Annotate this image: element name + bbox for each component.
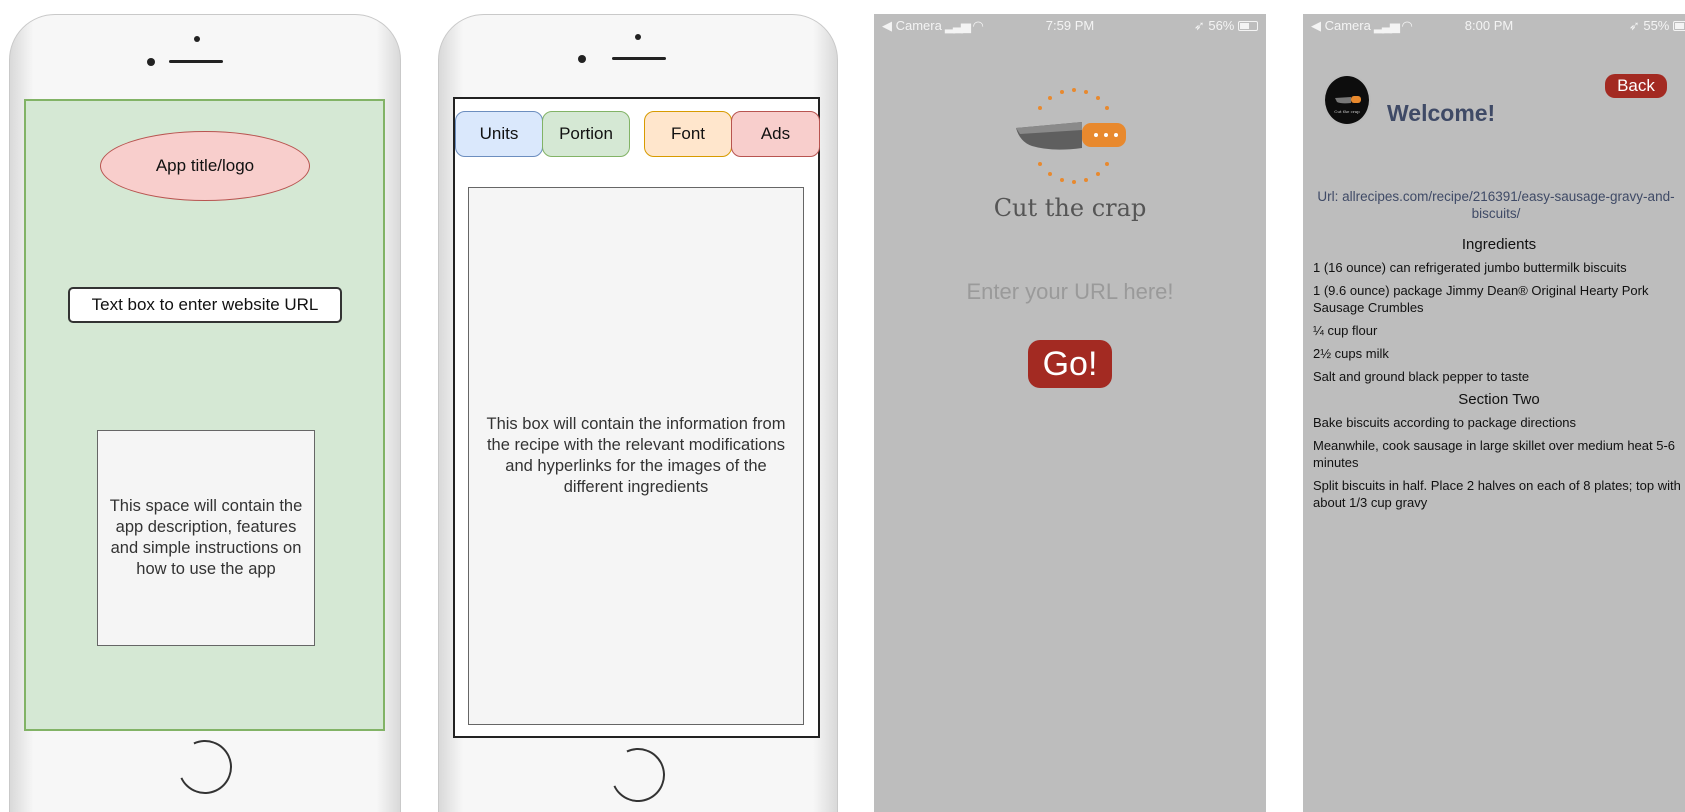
font-tab[interactable]: Font <box>644 111 732 157</box>
wifi-icon: ◠ <box>972 18 984 33</box>
status-back-app[interactable]: ◀ Camera ▂▃▅ ◠ <box>882 18 984 34</box>
back-button[interactable]: Back <box>1605 74 1667 98</box>
home-button-icon <box>603 740 673 810</box>
step-item: Split biscuits in half. Place 2 halves o… <box>1313 478 1681 510</box>
wireframe-recipe-phone: Units Portion Font Ads This box will con… <box>438 14 838 812</box>
app-name-title: Cut the crap <box>993 194 1147 222</box>
section-two-heading: Section Two <box>1458 391 1540 408</box>
ads-tab[interactable]: Ads <box>731 111 820 157</box>
welcome-heading: Welcome! <box>1387 100 1496 126</box>
ingredients-heading: Ingredients <box>1461 236 1537 253</box>
location-icon: ➶ <box>1193 18 1205 33</box>
recipe-content-placeholder: This box will contain the information fr… <box>468 187 804 725</box>
step-item: Meanwhile, cook sausage in large skillet… <box>1313 438 1676 470</box>
earpiece-speaker <box>169 60 223 63</box>
front-camera-dot <box>147 58 155 66</box>
wireframe-home-phone: App title/logo Text box to enter website… <box>9 14 401 812</box>
status-battery: ➶ 55% <box>1629 18 1685 34</box>
portion-tab[interactable]: Portion <box>542 111 630 157</box>
battery-icon <box>1238 21 1258 31</box>
front-camera-dot <box>578 55 586 63</box>
step-item: Bake biscuits according to package direc… <box>1313 415 1577 430</box>
knife-logo-icon <box>1016 88 1126 184</box>
avatar: Cut the crap <box>1323 74 1371 126</box>
recipe-url-text[interactable]: Url: allrecipes.com/recipe/216391/easy-s… <box>1313 188 1679 222</box>
ingredient-item: ¼ cup flour <box>1313 323 1378 338</box>
status-bar: ◀ Camera ▂▃▅ ◠ 7:59 PM ➶ 56% <box>874 18 1266 36</box>
status-back-app[interactable]: ◀ Camera ▂▃▅ ◠ <box>1311 18 1413 34</box>
status-time: 7:59 PM <box>1045 18 1095 33</box>
knife-logo-icon: Cut the crap <box>1334 96 1361 114</box>
location-icon: ➶ <box>1628 18 1640 33</box>
signal-icon: ▂▃▅ <box>944 18 971 33</box>
wireframe-home-screen: App title/logo Text box to enter website… <box>24 99 385 731</box>
ingredient-item: 1 (9.6 ounce) package Jimmy Dean® Origin… <box>1313 283 1649 315</box>
app-description-placeholder: This space will contain the app descript… <box>97 430 315 646</box>
wireframe-recipe-screen: Units Portion Font Ads This box will con… <box>453 97 820 738</box>
status-bar: ◀ Camera ▂▃▅ ◠ 8:00 PM ➶ 55% <box>1303 18 1685 36</box>
home-button-icon <box>170 732 240 802</box>
app-url-entry-screen: ◀ Camera ▂▃▅ ◠ 7:59 PM ➶ 56% Cut the crap… <box>874 14 1266 812</box>
url-textbox-placeholder: Text box to enter website URL <box>68 287 342 323</box>
wifi-icon: ◠ <box>1401 18 1413 33</box>
app-recipe-screen: ◀ Camera ▂▃▅ ◠ 8:00 PM ➶ 55% Cut the crap… <box>1303 14 1685 812</box>
recipe-content: Ingredients 1 (16 ounce) can refrigerate… <box>1313 234 1685 517</box>
ingredient-item: 2½ cups milk <box>1313 346 1389 361</box>
units-tab[interactable]: Units <box>455 111 543 157</box>
url-input[interactable] <box>920 276 1220 308</box>
svg-text:Cut the crap: Cut the crap <box>1334 109 1360 114</box>
ingredient-item: Salt and ground black pepper to taste <box>1313 369 1530 384</box>
front-sensor-dot <box>635 34 641 40</box>
signal-icon: ▂▃▅ <box>1373 18 1400 33</box>
go-button[interactable]: Go! <box>1028 340 1112 388</box>
status-time: 8:00 PM <box>1464 18 1514 33</box>
app-logo-placeholder: App title/logo <box>100 131 310 201</box>
status-battery: ➶ 56% <box>1194 18 1258 34</box>
ingredient-item: 1 (16 ounce) can refrigerated jumbo butt… <box>1313 260 1627 275</box>
battery-icon <box>1673 21 1685 31</box>
front-sensor-dot <box>194 36 200 42</box>
earpiece-speaker <box>612 57 666 60</box>
